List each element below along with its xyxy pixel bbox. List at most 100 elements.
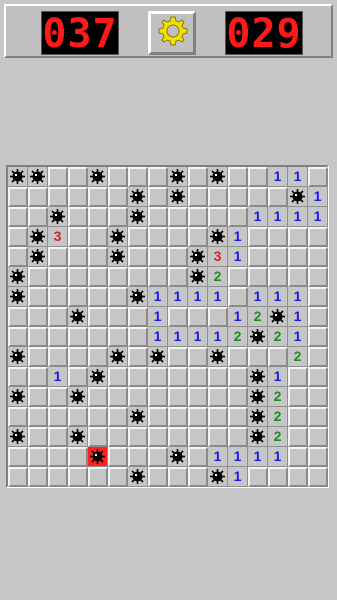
unrevealed-cell[interactable]	[108, 307, 128, 327]
unrevealed-cell[interactable]	[88, 247, 108, 267]
unrevealed-cell[interactable]	[168, 467, 188, 487]
unrevealed-cell[interactable]	[268, 247, 288, 267]
unrevealed-cell[interactable]	[188, 207, 208, 227]
unrevealed-cell[interactable]	[308, 307, 328, 327]
unrevealed-cell[interactable]	[48, 427, 68, 447]
unrevealed-cell[interactable]	[88, 407, 108, 427]
unrevealed-cell[interactable]	[228, 187, 248, 207]
unrevealed-cell[interactable]	[28, 187, 48, 207]
unrevealed-cell[interactable]	[28, 287, 48, 307]
unrevealed-cell[interactable]	[28, 367, 48, 387]
unrevealed-cell[interactable]	[128, 167, 148, 187]
unrevealed-cell[interactable]	[28, 207, 48, 227]
unrevealed-cell[interactable]	[128, 367, 148, 387]
unrevealed-cell[interactable]	[208, 387, 228, 407]
unrevealed-cell[interactable]	[188, 387, 208, 407]
unrevealed-cell[interactable]	[148, 187, 168, 207]
unrevealed-cell[interactable]	[208, 407, 228, 427]
unrevealed-cell[interactable]	[68, 227, 88, 247]
unrevealed-cell[interactable]	[88, 427, 108, 447]
unrevealed-cell[interactable]	[28, 447, 48, 467]
unrevealed-cell[interactable]	[68, 407, 88, 427]
unrevealed-cell[interactable]	[148, 367, 168, 387]
unrevealed-cell[interactable]	[268, 267, 288, 287]
unrevealed-cell[interactable]	[268, 187, 288, 207]
unrevealed-cell[interactable]	[248, 187, 268, 207]
unrevealed-cell[interactable]	[148, 467, 168, 487]
unrevealed-cell[interactable]	[308, 407, 328, 427]
unrevealed-cell[interactable]	[308, 427, 328, 447]
unrevealed-cell[interactable]	[228, 207, 248, 227]
unrevealed-cell[interactable]	[128, 347, 148, 367]
unrevealed-cell[interactable]	[148, 387, 168, 407]
unrevealed-cell[interactable]	[8, 207, 28, 227]
unrevealed-cell[interactable]	[308, 167, 328, 187]
unrevealed-cell[interactable]	[8, 327, 28, 347]
unrevealed-cell[interactable]	[8, 447, 28, 467]
unrevealed-cell[interactable]	[48, 327, 68, 347]
unrevealed-cell[interactable]	[48, 307, 68, 327]
unrevealed-cell[interactable]	[128, 227, 148, 247]
unrevealed-cell[interactable]	[128, 247, 148, 267]
unrevealed-cell[interactable]	[88, 347, 108, 367]
unrevealed-cell[interactable]	[228, 427, 248, 447]
unrevealed-cell[interactable]	[148, 407, 168, 427]
unrevealed-cell[interactable]	[128, 327, 148, 347]
unrevealed-cell[interactable]	[308, 347, 328, 367]
unrevealed-cell[interactable]	[68, 327, 88, 347]
unrevealed-cell[interactable]	[108, 267, 128, 287]
unrevealed-cell[interactable]	[68, 287, 88, 307]
unrevealed-cell[interactable]	[288, 407, 308, 427]
unrevealed-cell[interactable]	[188, 307, 208, 327]
unrevealed-cell[interactable]	[88, 207, 108, 227]
unrevealed-cell[interactable]	[288, 247, 308, 267]
unrevealed-cell[interactable]	[228, 287, 248, 307]
unrevealed-cell[interactable]	[208, 207, 228, 227]
unrevealed-cell[interactable]	[108, 327, 128, 347]
unrevealed-cell[interactable]	[288, 467, 308, 487]
unrevealed-cell[interactable]	[68, 187, 88, 207]
unrevealed-cell[interactable]	[288, 447, 308, 467]
unrevealed-cell[interactable]	[188, 167, 208, 187]
unrevealed-cell[interactable]	[248, 347, 268, 367]
unrevealed-cell[interactable]	[308, 287, 328, 307]
unrevealed-cell[interactable]	[68, 247, 88, 267]
unrevealed-cell[interactable]	[308, 227, 328, 247]
unrevealed-cell[interactable]	[88, 267, 108, 287]
unrevealed-cell[interactable]	[88, 287, 108, 307]
unrevealed-cell[interactable]	[8, 307, 28, 327]
unrevealed-cell[interactable]	[48, 167, 68, 187]
unrevealed-cell[interactable]	[48, 287, 68, 307]
unrevealed-cell[interactable]	[308, 447, 328, 467]
unrevealed-cell[interactable]	[128, 307, 148, 327]
unrevealed-cell[interactable]	[168, 367, 188, 387]
unrevealed-cell[interactable]	[148, 227, 168, 247]
unrevealed-cell[interactable]	[248, 247, 268, 267]
unrevealed-cell[interactable]	[248, 267, 268, 287]
unrevealed-cell[interactable]	[148, 267, 168, 287]
unrevealed-cell[interactable]	[68, 447, 88, 467]
unrevealed-cell[interactable]	[308, 267, 328, 287]
unrevealed-cell[interactable]	[248, 167, 268, 187]
unrevealed-cell[interactable]	[168, 207, 188, 227]
unrevealed-cell[interactable]	[228, 367, 248, 387]
unrevealed-cell[interactable]	[308, 327, 328, 347]
unrevealed-cell[interactable]	[308, 367, 328, 387]
unrevealed-cell[interactable]	[108, 287, 128, 307]
unrevealed-cell[interactable]	[188, 447, 208, 467]
unrevealed-cell[interactable]	[168, 307, 188, 327]
unrevealed-cell[interactable]	[8, 467, 28, 487]
unrevealed-cell[interactable]	[28, 327, 48, 347]
unrevealed-cell[interactable]	[148, 207, 168, 227]
unrevealed-cell[interactable]	[28, 427, 48, 447]
unrevealed-cell[interactable]	[168, 387, 188, 407]
unrevealed-cell[interactable]	[188, 467, 208, 487]
unrevealed-cell[interactable]	[28, 347, 48, 367]
unrevealed-cell[interactable]	[88, 187, 108, 207]
unrevealed-cell[interactable]	[48, 347, 68, 367]
unrevealed-cell[interactable]	[48, 407, 68, 427]
unrevealed-cell[interactable]	[28, 467, 48, 487]
unrevealed-cell[interactable]	[168, 427, 188, 447]
unrevealed-cell[interactable]	[148, 427, 168, 447]
unrevealed-cell[interactable]	[68, 167, 88, 187]
